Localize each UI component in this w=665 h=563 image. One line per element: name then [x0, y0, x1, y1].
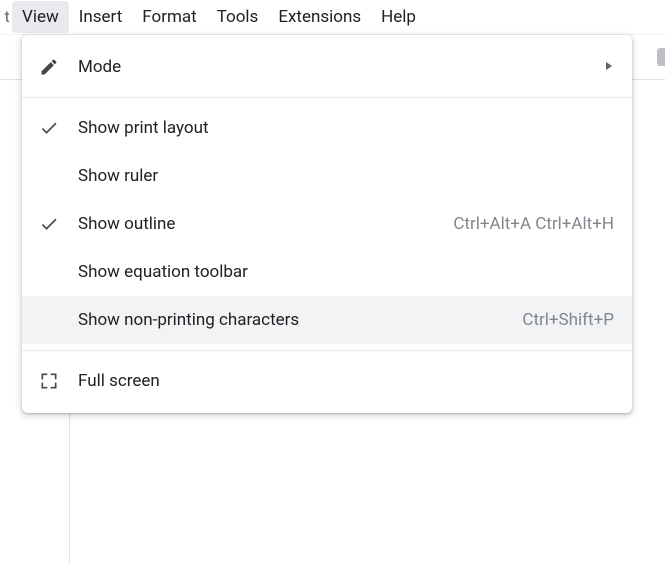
menu-shortcut: Ctrl+Alt+A Ctrl+Alt+H [453, 214, 614, 234]
menu-label: Show non-printing characters [78, 310, 506, 330]
submenu-arrow-icon [604, 60, 614, 74]
check-icon [36, 115, 62, 141]
blank-icon [36, 307, 62, 333]
check-icon [36, 211, 62, 237]
fullscreen-icon [36, 368, 62, 394]
menu-label: Show ruler [78, 166, 614, 186]
menu-item-full-screen[interactable]: Full screen [22, 357, 632, 405]
menubar: t View Insert Format Tools Extensions He… [0, 0, 665, 34]
view-dropdown: Mode Show print layout Show ruler Show o… [22, 35, 632, 413]
blank-icon [36, 163, 62, 189]
menu-item-show-print-layout[interactable]: Show print layout [22, 104, 632, 152]
menu-label: Show print layout [78, 118, 614, 138]
menu-label: Mode [78, 57, 604, 77]
menu-label: Show outline [78, 214, 437, 234]
separator [22, 97, 632, 98]
pencil-icon [36, 54, 62, 80]
menubar-left-fragment: t [0, 7, 12, 26]
menu-item-show-equation-toolbar[interactable]: Show equation toolbar [22, 248, 632, 296]
menu-help[interactable]: Help [371, 1, 426, 33]
blank-icon [36, 259, 62, 285]
menu-tools[interactable]: Tools [207, 1, 269, 33]
menu-view[interactable]: View [12, 1, 69, 33]
separator [22, 350, 632, 351]
menu-item-show-outline[interactable]: Show outline Ctrl+Alt+A Ctrl+Alt+H [22, 200, 632, 248]
menu-label: Full screen [78, 371, 614, 391]
menu-insert[interactable]: Insert [69, 1, 133, 33]
menu-format[interactable]: Format [132, 1, 206, 33]
menu-item-show-non-printing-characters[interactable]: Show non-printing characters Ctrl+Shift+… [22, 296, 632, 344]
menu-extensions[interactable]: Extensions [268, 1, 371, 33]
menu-item-show-ruler[interactable]: Show ruler [22, 152, 632, 200]
toolbar-knob [657, 48, 665, 66]
menu-label: Show equation toolbar [78, 262, 614, 282]
menu-item-mode[interactable]: Mode [22, 43, 632, 91]
menu-shortcut: Ctrl+Shift+P [522, 310, 614, 330]
